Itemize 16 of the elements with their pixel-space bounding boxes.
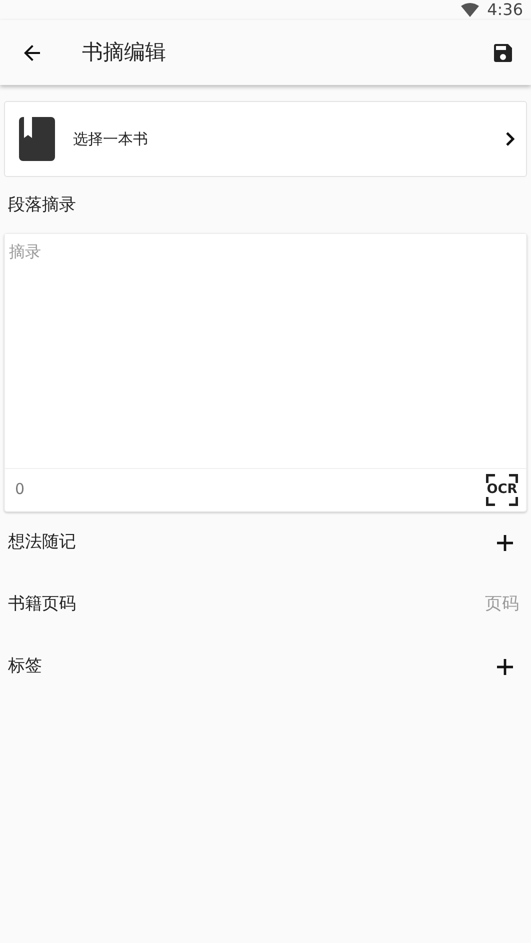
character-count: 0 [15, 479, 25, 500]
book-picker-card[interactable]: 选择一本书 [4, 101, 527, 177]
book-picker-label: 选择一本书 [73, 128, 149, 150]
book-icon [19, 117, 55, 161]
excerpt-card[interactable]: 摘录 0 OCR [4, 232, 527, 512]
chevron-icon [504, 131, 516, 147]
excerpt-field[interactable]: 摘录 [5, 234, 526, 468]
field-label: 标签 [8, 654, 42, 678]
field-label: 想法随记 [8, 530, 76, 554]
ocr-button[interactable]: OCR [486, 474, 518, 506]
field-label: 书籍页码 [8, 592, 76, 616]
wifi-icon [461, 3, 480, 17]
page-number-field[interactable]: 页码 [399, 592, 519, 618]
status-time: 4:36 [487, 0, 523, 21]
page-title: 书摘编辑 [82, 38, 167, 66]
section-heading: 段落摘录 [7, 194, 77, 217]
